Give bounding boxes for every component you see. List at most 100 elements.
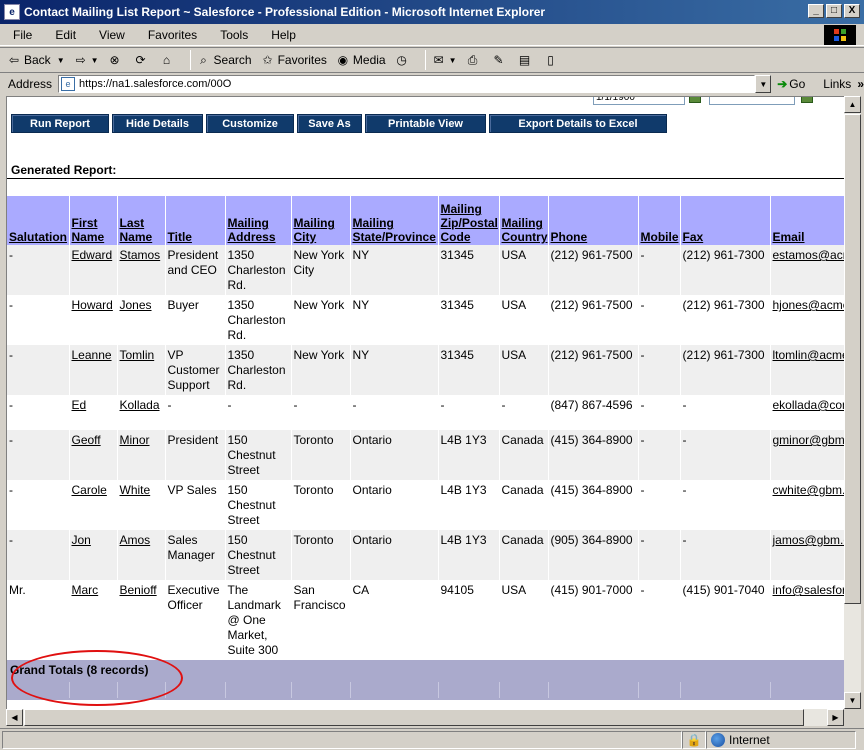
- cell-value[interactable]: Marc: [72, 583, 99, 597]
- col-mailing-state[interactable]: Mailing State/Province: [350, 196, 439, 245]
- cell-value[interactable]: gminor@gbm.com: [773, 433, 845, 447]
- cell-value[interactable]: jamos@gbm.com: [773, 533, 845, 547]
- menu-favorites[interactable]: Favorites: [135, 28, 207, 42]
- scroll-up-icon[interactable]: ▲: [844, 96, 861, 113]
- col-mailing-country[interactable]: Mailing Country: [499, 196, 549, 245]
- cell-value[interactable]: Edward: [72, 248, 113, 262]
- cell-email[interactable]: ltomlin@acme.com: [770, 345, 844, 395]
- back-button[interactable]: ⇦ Back ▼: [6, 52, 65, 68]
- cell-email[interactable]: gminor@gbm.com: [770, 430, 844, 480]
- cell-last-name[interactable]: White: [117, 480, 166, 530]
- cell-value[interactable]: info@salesforce.com: [773, 583, 845, 597]
- cell-value[interactable]: Kollada: [120, 398, 160, 412]
- printable-view-button[interactable]: Printable View: [365, 114, 486, 133]
- window-title-bar[interactable]: e Contact Mailing List Report ~ Salesfor…: [0, 0, 864, 24]
- cell-value[interactable]: estamos@acme.com: [773, 248, 845, 262]
- calendar-icon-2[interactable]: [801, 97, 813, 103]
- horizontal-scrollbar[interactable]: ◀ ▶: [6, 709, 844, 726]
- cell-email[interactable]: info@salesforce.com: [770, 580, 844, 660]
- history-button[interactable]: ◷: [394, 52, 412, 68]
- col-email[interactable]: Email: [770, 196, 844, 245]
- cell-value[interactable]: Leanne: [72, 348, 112, 362]
- refresh-button[interactable]: ⟳: [133, 52, 151, 68]
- cell-email[interactable]: jamos@gbm.com: [770, 530, 844, 580]
- save-as-button[interactable]: Save As: [297, 114, 362, 133]
- menu-help[interactable]: Help: [258, 28, 306, 42]
- cell-last-name[interactable]: Jones: [117, 295, 166, 345]
- scroll-right-icon[interactable]: ▶: [827, 709, 844, 726]
- cell-last-name[interactable]: Kollada: [117, 395, 166, 430]
- cell-value[interactable]: ekollada@company.com: [773, 398, 845, 412]
- horizontal-scroll-thumb[interactable]: [24, 709, 804, 726]
- cell-value[interactable]: Ed: [72, 398, 87, 412]
- cell-first-name[interactable]: Geoff: [69, 430, 118, 480]
- cell-first-name[interactable]: Leanne: [69, 345, 118, 395]
- cell-value[interactable]: Geoff: [72, 433, 101, 447]
- media-button[interactable]: ◉ Media: [335, 52, 386, 68]
- vertical-scroll-thumb[interactable]: [844, 114, 861, 604]
- cell-first-name[interactable]: Jon: [69, 530, 118, 580]
- address-dropdown-icon[interactable]: ▼: [755, 75, 772, 93]
- mail-button[interactable]: ✉ ▼: [431, 52, 457, 68]
- minimize-button[interactable]: _: [808, 4, 824, 18]
- scroll-left-icon[interactable]: ◀: [6, 709, 23, 726]
- hide-details-button[interactable]: Hide Details: [112, 114, 203, 133]
- home-button[interactable]: ⌂: [159, 52, 177, 68]
- col-salutation[interactable]: Salutation: [7, 196, 70, 245]
- mail-dropdown-icon[interactable]: ▼: [449, 56, 457, 65]
- forward-button[interactable]: ⇨ ▼: [73, 52, 99, 68]
- cell-first-name[interactable]: Carole: [69, 480, 118, 530]
- col-mobile[interactable]: Mobile: [638, 196, 681, 245]
- col-last-name[interactable]: Last Name: [117, 196, 166, 245]
- cell-value[interactable]: ltomlin@acme.com: [773, 348, 845, 362]
- address-input[interactable]: e https://na1.salesforce.com/00O: [58, 75, 756, 93]
- cell-value[interactable]: Minor: [120, 433, 150, 447]
- scroll-down-icon[interactable]: ▼: [844, 692, 861, 709]
- links-toolbar[interactable]: Links: [823, 77, 851, 91]
- menu-edit[interactable]: Edit: [42, 28, 86, 42]
- maximize-button[interactable]: □: [826, 4, 842, 18]
- search-button[interactable]: ⌕ Search: [196, 52, 251, 68]
- links-chevron-icon[interactable]: »: [857, 77, 864, 91]
- stop-button[interactable]: ⊗: [107, 52, 125, 68]
- back-dropdown-icon[interactable]: ▼: [57, 56, 65, 65]
- print-button[interactable]: ⎙: [465, 52, 483, 68]
- favorites-button[interactable]: ✩ Favorites: [260, 52, 327, 68]
- cell-value[interactable]: Amos: [120, 533, 151, 547]
- cell-value[interactable]: White: [120, 483, 151, 497]
- close-button[interactable]: X: [844, 4, 860, 18]
- vertical-scrollbar[interactable]: ▲ ▼: [844, 96, 861, 709]
- menu-tools[interactable]: Tools: [207, 28, 258, 42]
- cell-last-name[interactable]: Amos: [117, 530, 166, 580]
- col-phone[interactable]: Phone: [548, 196, 639, 245]
- cell-first-name[interactable]: Edward: [69, 245, 118, 295]
- cell-value[interactable]: cwhite@gbm.com: [773, 483, 845, 497]
- col-mailing-city[interactable]: Mailing City: [291, 196, 351, 245]
- calendar-icon[interactable]: [689, 97, 701, 103]
- export-details-button[interactable]: Export Details to Excel: [489, 114, 667, 133]
- cell-first-name[interactable]: Howard: [69, 295, 118, 345]
- col-fax[interactable]: Fax: [680, 196, 771, 245]
- date-filter-input-2[interactable]: [709, 97, 795, 105]
- cell-value[interactable]: hjones@acme.com: [773, 298, 845, 312]
- col-mailing-address[interactable]: Mailing Address: [225, 196, 292, 245]
- cell-value[interactable]: Stamos: [120, 248, 161, 262]
- cell-value[interactable]: Jones: [120, 298, 152, 312]
- cell-last-name[interactable]: Benioff: [117, 580, 166, 660]
- cell-last-name[interactable]: Minor: [117, 430, 166, 480]
- cell-value[interactable]: Tomlin: [120, 348, 155, 362]
- cell-email[interactable]: hjones@acme.com: [770, 295, 844, 345]
- col-mailing-zip[interactable]: Mailing Zip/Postal Code: [438, 196, 500, 245]
- date-filter-input[interactable]: 1/1/1900: [593, 97, 685, 105]
- col-first-name[interactable]: First Name: [69, 196, 118, 245]
- cell-value[interactable]: Carole: [72, 483, 107, 497]
- cell-email[interactable]: estamos@acme.com: [770, 245, 844, 295]
- col-title[interactable]: Title: [165, 196, 226, 245]
- cell-first-name[interactable]: Marc: [69, 580, 118, 660]
- cell-email[interactable]: cwhite@gbm.com: [770, 480, 844, 530]
- run-report-button[interactable]: Run Report: [11, 114, 109, 133]
- menu-view[interactable]: View: [86, 28, 135, 42]
- cell-value[interactable]: Benioff: [120, 583, 157, 597]
- forward-dropdown-icon[interactable]: ▼: [91, 56, 99, 65]
- go-button[interactable]: ➔ Go: [777, 77, 805, 91]
